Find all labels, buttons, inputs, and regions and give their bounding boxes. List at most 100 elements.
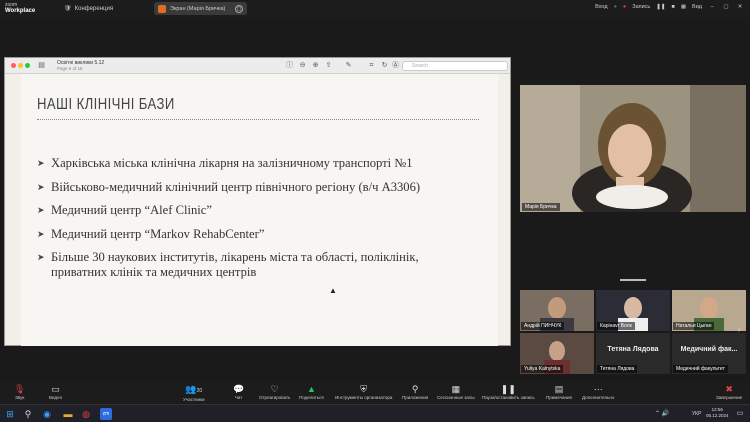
clock-date: 05.12.2024 [706,413,729,418]
rooms-icon: ▦ [451,384,461,394]
chat-icon: 💬 [233,384,245,394]
document-titlebar: ▤ Освітні виклики 5.12 Page 6 of 16 ⓘ ⊖ … [5,58,510,74]
share-label: Экран (Марія Бричка) [170,5,226,12]
end-call-icon: ✖ [725,384,733,394]
participant-tile[interactable]: Yuliya Kalnytska [520,333,594,374]
participant-name: Медичний факультет [673,365,728,373]
stop-record-icon[interactable]: ■ [672,4,675,10]
grid-view-icon[interactable]: ▦ [681,4,686,10]
zoom-window-icon[interactable] [25,63,30,68]
host-tools-button[interactable]: ⛨ Инструменты организатора [335,384,392,400]
search-icon[interactable]: ⚲ [22,408,34,420]
rotate-icon[interactable]: ↻ [380,61,389,70]
participant-name: Наталья Цыган [673,322,715,330]
meeting-toolbar: 🎙 Звук ▭ Видео 👥20 Участники 💬 Чат ♡ Отреагир… [0,382,750,404]
maximize-icon[interactable]: ▢ [722,4,730,10]
minimize-window-icon[interactable] [18,63,23,68]
next-page-icon[interactable]: › [738,325,741,334]
slide-content: НАШІ КЛІНІЧНІ БАЗИ Харківська міська клі… [21,74,498,346]
apps-icon: ⚲ [411,384,419,394]
panel-resize-handle[interactable] [620,279,646,281]
language-indicator[interactable]: УКР [692,411,701,417]
pause-icon: ❚❚ [500,384,516,394]
list-item: Харківська міська клінічна лікарня на за… [37,156,477,171]
breakout-rooms-button[interactable]: ▦ Сессионные залы [437,384,475,400]
speaker-video[interactable]: Марія Бричка [520,85,746,212]
screen-share-indicator[interactable]: Экран (Марія Бричка) ▢ [154,2,247,15]
shield-icon: ⛨ [360,384,368,394]
participant-tile[interactable]: Тетяна Лядова Тетяна Лядова [596,333,670,374]
participant-tile[interactable]: Карінаvr Волк [596,290,670,331]
zoom-logo: zoom Workplace [5,2,35,14]
participant-big-name: Медичний фак... [680,346,738,353]
zoom-in-icon[interactable]: ⊕ [311,61,320,70]
document-page: Page 6 of 16 [57,66,83,71]
end-label: Завершение [716,395,743,400]
conference-menu[interactable]: 🛡 Конференция [64,5,113,13]
security-icon[interactable]: ● [614,4,617,10]
pen-icon[interactable]: ✎ [344,61,353,70]
close-window-icon[interactable] [11,63,16,68]
close-icon[interactable]: ✕ [736,4,744,10]
react-button[interactable]: ♡ Отреагировать [259,384,290,400]
slide-heading: НАШІ КЛІНІЧНІ БАЗИ [37,96,175,113]
clock[interactable]: 12:56 05.12.2024 [706,407,729,419]
notes-icon: ▤ [554,384,564,394]
sound-button[interactable]: 🎙 Звук [14,384,25,400]
shared-document-window: ▤ Освітні виклики 5.12 Page 6 of 16 ⓘ ⊖ … [4,57,511,346]
end-meeting-button[interactable]: ✖ Завершение [716,384,742,400]
zoom-app-icon[interactable]: zm [100,408,112,420]
participant-name: Андрій ПИНЧУК [521,322,565,330]
rooms-label: Сессионные залы [437,395,475,400]
folder-icon[interactable]: ▬ [62,408,74,420]
participant-big-name: Тетяна Лядова [607,346,659,353]
camera-icon: ▭ [51,384,60,394]
video-button[interactable]: ▭ Видео [49,384,62,400]
list-item: Медичний центр “Markov RehabCenter” [37,227,477,242]
sound-label[interactable]: Вход [595,4,607,10]
chrome-icon[interactable]: ◍ [80,408,92,420]
speaker-name: Марія Бричка [522,203,560,211]
share-screen-button[interactable]: ▲ Поделиться [299,384,324,400]
react-label: Отреагировать [259,395,291,400]
zoom-out-icon[interactable]: ⊖ [298,61,307,70]
notifications-icon[interactable]: ▭ [734,408,746,420]
notes-button[interactable]: ▤ Примечания [546,384,572,400]
notes-label: Примечания [546,395,572,400]
participant-tile[interactable]: Наталья Цыган [672,290,746,331]
tray-icons[interactable]: ⌃ 🔊 [655,410,669,417]
list-item: Більше 30 наукових інститутів, лікарень … [37,250,477,280]
shield-icon: 🛡 [64,6,72,12]
speaker-video-image [520,85,746,212]
sidebar-icon[interactable]: ▤ [37,61,46,70]
participants-button[interactable]: 👥20 Участники [183,384,205,402]
logo-line2: Workplace [5,8,36,14]
edge-icon[interactable]: ◉ [41,408,53,420]
heading-divider [37,119,479,120]
share-icon[interactable]: ⇪ [324,61,333,70]
minimize-icon[interactable]: – [708,4,716,10]
apps-label: Приложения [402,395,429,400]
search-input[interactable]: Search [402,61,508,71]
markup-icon[interactable]: Ⓐ [391,61,400,70]
sound-label: Звук [15,395,25,400]
participant-name: Карінаvr Волк [597,322,635,330]
video-label: Видео [49,395,63,400]
more-button[interactable]: ⋯ Дополнительно [582,384,614,400]
pause-record-icon[interactable]: ❚❚ [656,4,665,10]
stop-share-icon[interactable]: ▢ [235,4,243,13]
participant-tile[interactable]: Медичний фак... Медичний факультет [672,333,746,374]
chat-button[interactable]: 💬 Чат [233,384,244,400]
crop-icon[interactable]: ⌗ [367,61,376,70]
more-icon: ⋯ [593,384,603,394]
heart-icon: ♡ [270,384,279,394]
start-icon[interactable]: ⊞ [4,408,16,420]
search-placeholder: Search [412,63,428,69]
windows-taskbar: ⊞ ⚲ ◉ ▬ ◍ zm ⌃ 🔊 УКР 12:56 05.12.2024 ▭ [0,404,750,422]
info-icon[interactable]: ⓘ [285,61,294,70]
view-button[interactable]: Вид [692,4,702,10]
apps-button[interactable]: ⚲ Приложения [402,384,428,400]
pause-recording-button[interactable]: ❚❚ Пауза/остановить запись [482,384,535,400]
participant-tile[interactable]: Андрій ПИНЧУК [520,290,594,331]
share-badge-icon [158,4,166,13]
